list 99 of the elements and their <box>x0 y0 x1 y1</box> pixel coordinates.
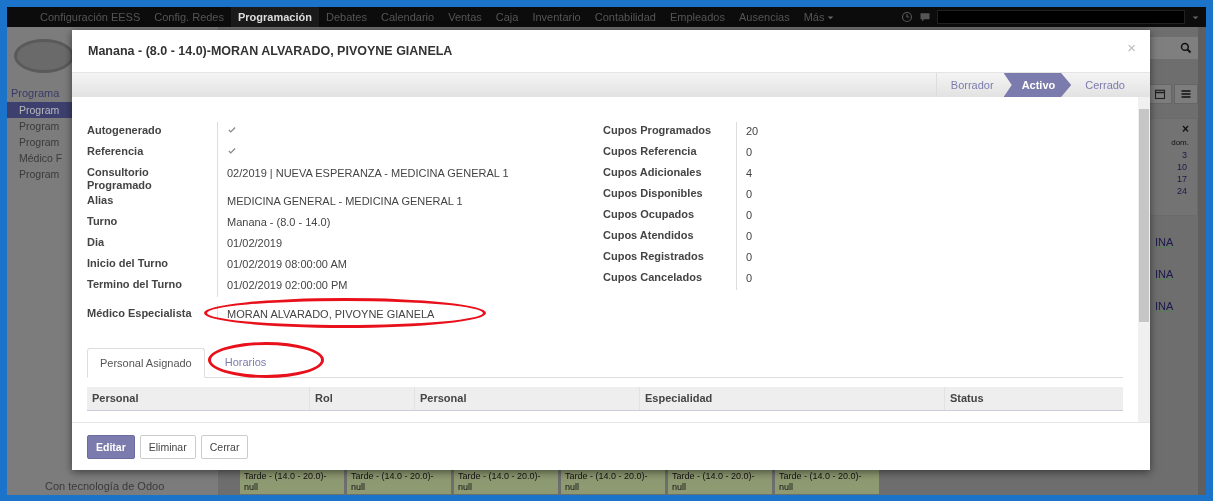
event-note: null <box>351 482 366 493</box>
menu-item[interactable]: Calendario <box>373 7 442 27</box>
field-label: Cupos Disponibles <box>603 186 704 201</box>
menu-item[interactable]: Debates <box>318 7 374 27</box>
action-button[interactable]: Editar <box>87 434 135 459</box>
event-note: null <box>244 482 259 493</box>
calendar-event[interactable]: Tarde - (14.0 - 20.0)- null <box>240 470 344 494</box>
menu-item[interactable]: Programación <box>231 7 319 27</box>
column-header: Status <box>944 387 1123 410</box>
menu-item[interactable]: Ventas <box>441 7 489 27</box>
column-header: Personal <box>91 391 140 406</box>
list-icon <box>1180 88 1192 100</box>
day-header: dom. <box>1171 137 1190 149</box>
field-value: MEDICINA GENERAL - MEDICINA GENERAL 1 <box>227 195 463 207</box>
menu-item[interactable]: Contabilidad <box>587 7 663 27</box>
field-label: Termino del Turno <box>87 277 183 292</box>
event-title: Tarde - (14.0 - 20.0)- <box>351 471 435 482</box>
field-value: 0 <box>746 209 753 221</box>
field-value: 4 <box>746 167 753 179</box>
tab[interactable]: Personal Asignado <box>87 348 205 378</box>
day-number[interactable]: 17 <box>1177 173 1193 185</box>
menu-item[interactable]: Ausencias <box>731 7 797 27</box>
menu-item[interactable]: Configuración EESS <box>33 7 148 27</box>
field-value: 0 <box>746 146 753 158</box>
sidebar-heading: Programa <box>10 86 61 101</box>
field-label: Cupos Ocupados <box>603 207 696 222</box>
field-label: Cupos Adicionales <box>603 165 703 180</box>
checkmark-icon <box>227 146 237 156</box>
event-title: Tarde - (14.0 - 20.0)- <box>565 471 649 482</box>
menu-item[interactable]: Caja <box>488 7 526 27</box>
close-button[interactable]: × <box>1127 38 1136 56</box>
field-value: 02/2019 | NUEVA ESPERANZA - MEDICINA GENERAL 1 <box>227 167 509 179</box>
event-note: null <box>565 482 580 493</box>
field-label: Autogenerado <box>87 123 163 138</box>
field-value: 0 <box>746 188 753 200</box>
field-label: Consultorio Programado <box>87 165 153 192</box>
scrollbar[interactable] <box>1138 97 1150 422</box>
field-label: Referencia <box>87 144 145 159</box>
calendar-event[interactable]: Tarde - (14.0 - 20.0)- null <box>775 470 879 494</box>
event-title: Tarde - (14.0 - 20.0)- <box>779 471 863 482</box>
field-value: 01/02/2019 08:00:00 AM <box>227 258 347 270</box>
scrollbar[interactable] <box>1198 27 1206 495</box>
field-value: MORAN ALVARADO, PIVOYNE GIANELA <box>227 308 435 320</box>
field-label: Cupos Referencia <box>603 144 698 159</box>
calendar-event[interactable]: Tarde - (14.0 - 20.0)- null <box>454 470 558 494</box>
calendar-view-button[interactable] <box>1148 84 1172 104</box>
field-label: Dia <box>87 235 106 250</box>
column-header: Especialidad <box>639 387 944 410</box>
calendar-event[interactable]: Tarde - (14.0 - 20.0)- null <box>347 470 451 494</box>
day-number[interactable]: 3 <box>1182 149 1193 161</box>
event-title: Tarde - (14.0 - 20.0)- <box>672 471 756 482</box>
clock-icon <box>901 11 913 23</box>
field-value: 01/02/2019 <box>227 237 283 249</box>
stage-button[interactable]: Activo <box>1003 73 1072 97</box>
menu-item[interactable]: Empleados <box>662 7 732 27</box>
menu-item[interactable]: Config. Redes <box>147 7 231 27</box>
tab[interactable]: Horarios <box>212 348 279 377</box>
list-view-button[interactable] <box>1174 84 1198 104</box>
field-label: Cupos Registrados <box>603 249 705 264</box>
menu-item[interactable]: Inventario <box>525 7 588 27</box>
field-value: 0 <box>746 230 753 242</box>
dialog-title: Manana - (8.0 - 14.0)-MORAN ALVARADO, PIVOYNE GIANELA <box>88 44 453 58</box>
field-label: Turno <box>87 214 119 229</box>
checkmark-icon <box>227 125 237 135</box>
logo-drawing <box>14 39 74 73</box>
action-button[interactable]: Eliminar <box>139 434 196 459</box>
action-button[interactable]: Cerrar <box>200 434 249 459</box>
checkbox[interactable] <box>227 125 237 135</box>
calendar-event[interactable]: Tarde - (14.0 - 20.0)- null <box>668 470 772 494</box>
field-value: 01/02/2019 02:00:00 PM <box>227 279 348 291</box>
event-title: Tarde - (14.0 - 20.0)- <box>244 471 328 482</box>
field-value: 0 <box>746 251 753 263</box>
field-label: Alias <box>87 193 115 208</box>
checkbox[interactable] <box>227 146 237 156</box>
field-label: Inicio del Turno <box>87 256 170 271</box>
column-header: Rol <box>309 387 414 410</box>
field-value: 20 <box>746 125 759 137</box>
powered-by-text: Con tecnología de Odoo <box>44 480 166 494</box>
day-number[interactable]: 10 <box>1177 161 1193 173</box>
event-note: null <box>779 482 794 493</box>
calendar-event[interactable]: Tarde - (14.0 - 20.0)- null <box>561 470 665 494</box>
event-title: Tarde - (14.0 - 20.0)- <box>458 471 542 482</box>
field-label: Cupos Programados <box>603 123 713 138</box>
event-note: null <box>458 482 473 493</box>
stage-button[interactable]: Cerrado <box>1071 73 1135 97</box>
event-note: null <box>672 482 687 493</box>
field-label: Cupos Atendidos <box>603 228 695 243</box>
stage-button[interactable]: Borrador <box>935 73 1004 97</box>
search-icon <box>1180 42 1192 54</box>
field-label: Cupos Cancelados <box>603 270 704 285</box>
field-label: Médico Especialista <box>87 306 193 320</box>
menu-item[interactable]: Más <box>796 7 843 27</box>
day-number[interactable]: 24 <box>1177 185 1193 197</box>
field-value: 0 <box>746 272 753 284</box>
chat-icon <box>919 11 931 23</box>
close-button[interactable]: × <box>1182 122 1193 136</box>
calendar-icon <box>1154 88 1166 100</box>
field-value: Manana - (8.0 - 14.0) <box>227 216 331 228</box>
column-header: Personal <box>414 387 639 410</box>
